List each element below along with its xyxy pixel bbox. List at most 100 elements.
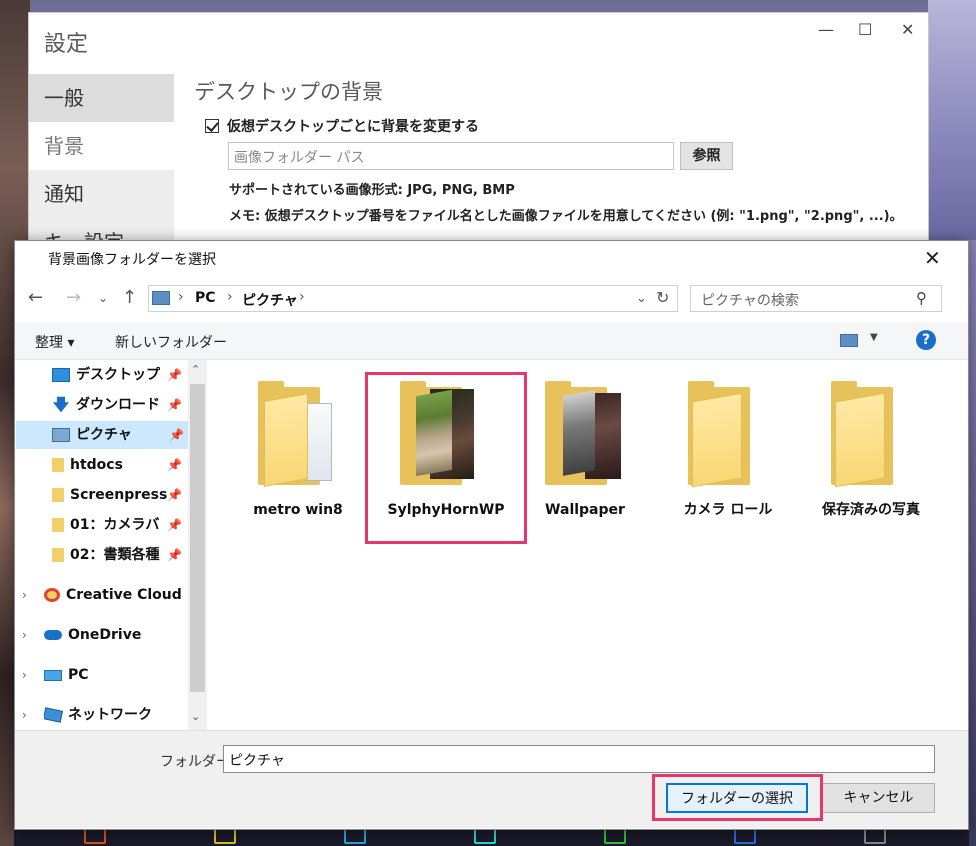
breadcrumb-pc[interactable]: PC bbox=[195, 290, 216, 306]
settings-title: 設定 bbox=[44, 32, 89, 57]
back-arrow-icon[interactable]: ← bbox=[28, 287, 43, 308]
close-icon[interactable]: ✕ bbox=[901, 20, 914, 39]
breadcrumb-separator-icon: › bbox=[227, 289, 233, 305]
select-button-highlight bbox=[652, 774, 823, 821]
folder-icon bbox=[52, 458, 64, 472]
image-folder-path-input[interactable]: 画像フォルダー パス bbox=[228, 142, 674, 170]
nav-item-label: デスクトップ bbox=[76, 367, 160, 383]
scroll-down-icon[interactable]: ⌄ bbox=[191, 710, 200, 723]
up-arrow-icon[interactable]: ↑ bbox=[122, 287, 137, 308]
search-input[interactable]: ピクチャの検索 bbox=[690, 285, 942, 312]
minimize-icon[interactable]: — bbox=[818, 20, 834, 39]
folder-label: metro win8 bbox=[253, 502, 343, 518]
nav-item-documents-folder[interactable]: 02：書類各種 📌 bbox=[52, 541, 186, 569]
folder-item-saved-pictures[interactable]: 保存済みの写真 bbox=[801, 367, 941, 537]
taskbar-app-icon[interactable] bbox=[214, 828, 236, 844]
nav-item-label: Screenpress bbox=[70, 487, 168, 503]
view-mode-icon[interactable] bbox=[840, 334, 858, 347]
nav-root-onedrive[interactable]: OneDrive bbox=[44, 621, 186, 649]
nav-item-label: ダウンロード bbox=[76, 397, 160, 413]
pictures-location-icon bbox=[152, 291, 170, 305]
onedrive-icon bbox=[44, 630, 62, 640]
nav-item-desktop[interactable]: デスクトップ 📌 bbox=[52, 361, 186, 389]
help-icon[interactable]: ? bbox=[916, 330, 936, 350]
change-background-checkbox[interactable] bbox=[205, 119, 219, 133]
folder-name-input[interactable]: ピクチャ bbox=[223, 745, 935, 773]
nav-item-screenpress[interactable]: Screenpress 📌 bbox=[52, 481, 186, 509]
folder-icon bbox=[52, 518, 64, 532]
creative-cloud-icon bbox=[44, 588, 60, 602]
scroll-up-icon[interactable]: ⌃ bbox=[191, 363, 200, 376]
pin-icon: 📌 bbox=[167, 398, 182, 412]
selected-folder-highlight bbox=[365, 372, 527, 544]
folder-item-metro-win8[interactable]: metro win8 bbox=[228, 367, 368, 537]
supported-formats: サポートされている画像形式: JPG, PNG, BMP bbox=[229, 183, 515, 198]
taskbar-app-icon[interactable] bbox=[84, 828, 106, 844]
nav-root-creative-cloud[interactable]: Creative Cloud bbox=[44, 581, 186, 609]
expand-chevron-icon[interactable]: › bbox=[22, 668, 27, 682]
maximize-icon[interactable]: ☐ bbox=[858, 20, 872, 39]
folder-label: 保存済みの写真 bbox=[822, 502, 920, 518]
taskbar-app-icon[interactable] bbox=[734, 828, 756, 844]
cancel-button[interactable]: キャンセル bbox=[822, 783, 935, 813]
breadcrumb-separator-icon: › bbox=[299, 289, 305, 305]
nav-item-label: ネットワーク bbox=[68, 707, 152, 723]
wallpaper-right bbox=[928, 0, 976, 240]
nav-item-label: 02：書類各種 bbox=[70, 547, 160, 563]
pictures-icon bbox=[52, 428, 70, 442]
breadcrumb-pictures[interactable]: ピクチャ bbox=[242, 290, 298, 310]
expand-chevron-icon[interactable]: › bbox=[22, 588, 27, 602]
sidebar-item-general[interactable]: 一般 bbox=[29, 74, 174, 122]
folder-label: カメラ ロール bbox=[683, 502, 773, 518]
nav-item-label: Creative Cloud bbox=[66, 587, 182, 603]
pin-icon: 📌 bbox=[167, 548, 182, 562]
download-icon: 🡇 bbox=[52, 395, 70, 414]
memo-text: メモ: 仮想デスクトップ番号をファイル名とした画像ファイルを用意してください (… bbox=[229, 209, 903, 224]
recent-dropdown-icon[interactable]: ⌄ bbox=[98, 291, 108, 305]
sidebar-item-background[interactable]: 背景 bbox=[29, 122, 174, 170]
nav-item-pictures[interactable]: ピクチャ 📌 bbox=[16, 421, 188, 449]
nav-item-htdocs[interactable]: htdocs 📌 bbox=[52, 451, 186, 479]
desktop-icon bbox=[52, 368, 70, 382]
taskbar-app-icon[interactable] bbox=[604, 828, 626, 844]
taskbar-app-icon[interactable] bbox=[474, 828, 496, 844]
organize-menu[interactable]: 整理 ▾ bbox=[35, 332, 74, 352]
nav-root-network[interactable]: ネットワーク bbox=[44, 701, 186, 729]
pin-icon: 📌 bbox=[167, 368, 182, 382]
folder-icon bbox=[52, 548, 64, 562]
address-dropdown-icon[interactable]: ⌄ bbox=[636, 291, 647, 306]
nav-item-label: OneDrive bbox=[68, 627, 142, 643]
search-icon[interactable]: ⚲ bbox=[916, 289, 927, 307]
dialog-close-icon[interactable]: ✕ bbox=[924, 246, 941, 270]
network-icon bbox=[44, 707, 64, 723]
nav-item-camera-folder[interactable]: 01：カメラバ 📌 bbox=[52, 511, 186, 539]
folder-icon bbox=[52, 488, 64, 502]
nav-root-pc[interactable]: PC bbox=[44, 661, 186, 689]
sidebar-item-notifications[interactable]: 通知 bbox=[29, 170, 174, 218]
folder-item-camera-roll[interactable]: カメラ ロール bbox=[658, 367, 798, 537]
browse-button[interactable]: 参照 bbox=[680, 142, 733, 170]
refresh-icon[interactable]: ↻ bbox=[656, 288, 669, 307]
nav-scrollbar-thumb[interactable] bbox=[190, 384, 205, 692]
taskbar-app-icon[interactable] bbox=[864, 828, 886, 844]
breadcrumb-separator-icon: › bbox=[178, 289, 184, 305]
forward-arrow-icon[interactable]: → bbox=[66, 287, 81, 308]
dialog-title: 背景画像フォルダーを選択 bbox=[48, 252, 216, 268]
nav-item-downloads[interactable]: 🡇 ダウンロード 📌 bbox=[52, 391, 186, 419]
section-title: デスクトップの背景 bbox=[194, 80, 383, 104]
pin-icon: 📌 bbox=[169, 428, 184, 442]
taskbar-app-icon[interactable] bbox=[344, 828, 366, 844]
new-folder-button[interactable]: 新しいフォルダー bbox=[115, 332, 227, 352]
pin-icon: 📌 bbox=[167, 458, 182, 472]
folder-item-wallpaper[interactable]: Wallpaper bbox=[515, 367, 655, 537]
nav-item-label: 01：カメラバ bbox=[70, 517, 160, 533]
pin-icon: 📌 bbox=[167, 488, 182, 502]
view-dropdown-icon[interactable]: ▼ bbox=[870, 332, 878, 343]
pin-icon: 📌 bbox=[167, 518, 182, 532]
expand-chevron-icon[interactable]: › bbox=[22, 708, 27, 722]
expand-chevron-icon[interactable]: › bbox=[22, 628, 27, 642]
checkbox-label: 仮想デスクトップごとに背景を変更する bbox=[227, 119, 479, 135]
pc-icon bbox=[44, 669, 62, 681]
nav-item-label: htdocs bbox=[70, 457, 123, 473]
nav-item-label: ピクチャ bbox=[76, 427, 132, 443]
